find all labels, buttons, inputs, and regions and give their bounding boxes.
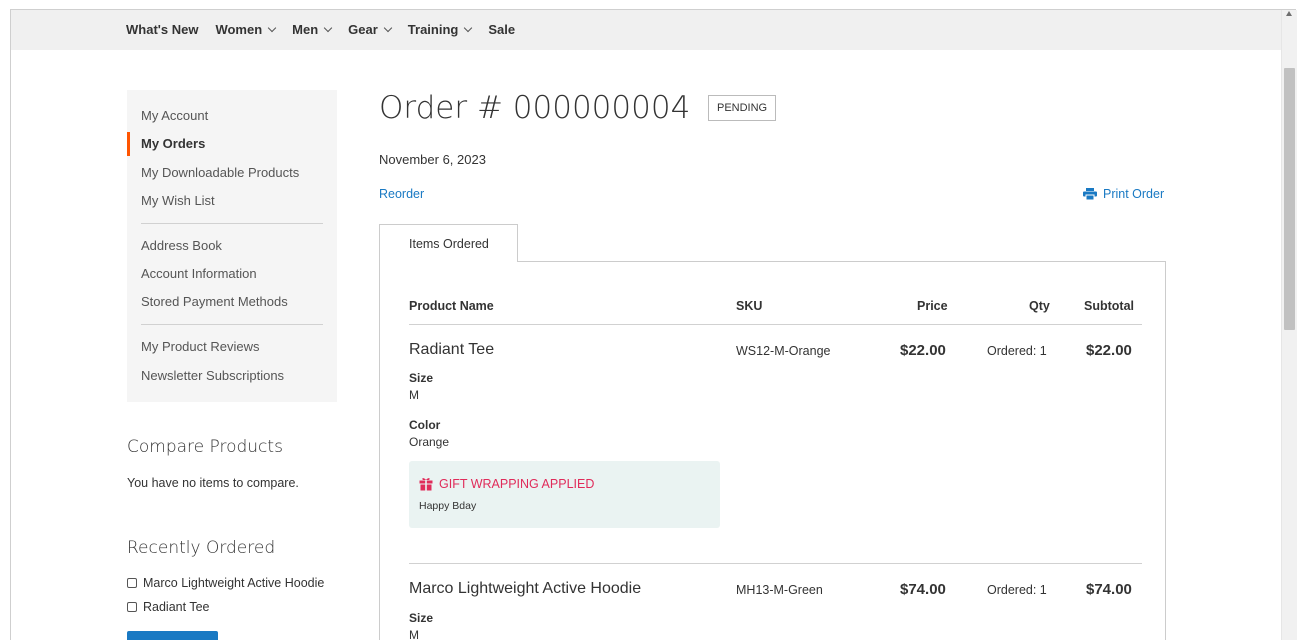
sidebar-divider [141,324,323,325]
gift-wrapping-label: GIFT WRAPPING APPLIED [439,477,595,491]
sidebar-item-wish-list[interactable]: My Wish List [141,193,215,208]
table-header-divider [409,324,1142,325]
order-date: November 6, 2023 [379,152,486,167]
nav-item-label: Sale [488,22,516,37]
printer-icon [1083,188,1097,200]
column-header-price: Price [917,299,948,313]
nav-item-men[interactable]: Men [292,22,333,37]
recently-ordered-title: Recently Ordered [127,538,276,558]
nav-item-women[interactable]: Women [215,22,277,37]
sidebar-item-my-account[interactable]: My Account [141,108,208,123]
nav-item-whats-new[interactable]: What's New [126,22,198,37]
gift-icon [419,478,433,491]
chevron-down-icon [383,23,393,32]
tab-items-ordered[interactable]: Items Ordered [379,224,518,262]
add-to-cart-button[interactable] [127,631,218,640]
gift-wrapping-box: GIFT WRAPPING APPLIED Happy Bday [409,461,720,528]
print-order-label: Print Order [1103,187,1165,201]
compare-empty-text: You have no items to compare. [127,476,299,490]
option-value: M [409,388,419,402]
chevron-down-icon [323,23,333,32]
print-order-link[interactable]: Print Order [1083,187,1164,201]
sidebar-item-newsletter[interactable]: Newsletter Subscriptions [141,368,284,383]
recently-ordered-label: Radiant Tee [143,600,210,614]
top-navigation: What's New Women Men Gear Training Sale [11,10,1281,50]
account-sidebar-nav: My Account My Orders My Downloadable Pro… [127,90,337,402]
reorder-link[interactable]: Reorder [379,187,424,201]
nav-item-sale[interactable]: Sale [488,22,515,37]
compare-products-title: Compare Products [127,437,283,457]
order-status-badge: PENDING [708,95,777,121]
nav-item-label: Men [292,22,319,37]
sidebar-item-stored-payment-methods[interactable]: Stored Payment Methods [141,294,288,309]
sidebar-item-account-information[interactable]: Account Information [141,266,257,281]
product-name: Marco Lightweight Active Hoodie [409,580,642,597]
option-value: M [409,628,419,640]
option-label: Color [409,418,441,432]
product-sku: MH13-M-Green [736,583,823,597]
sidebar-divider [141,223,323,224]
scroll-up-arrow-icon[interactable] [1286,11,1292,16]
column-header-product-name: Product Name [409,299,494,313]
product-price: $22.00 [900,342,946,359]
product-qty: Ordered: 1 [987,344,1047,358]
sidebar-item-product-reviews[interactable]: My Product Reviews [141,339,259,354]
table-row-divider [409,563,1142,564]
sidebar-item-my-orders[interactable]: My Orders [141,136,205,151]
recently-ordered-item[interactable]: Radiant Tee [127,600,210,614]
active-indicator [127,132,130,156]
gift-message: Happy Bday [419,500,477,512]
product-price: $74.00 [900,581,946,598]
scrollbar-thumb[interactable] [1284,68,1295,330]
column-header-qty: Qty [1029,299,1050,313]
product-subtotal: $74.00 [1086,581,1132,598]
browser-viewport: What's New Women Men Gear Training Sale … [10,9,1297,640]
product-name: Radiant Tee [409,341,495,358]
chevron-down-icon [267,23,277,32]
option-label: Size [409,371,434,385]
nav-item-label: Training [407,22,459,37]
checkbox[interactable] [127,578,137,588]
page-title: Order # 000000004 [379,90,691,126]
nav-item-training[interactable]: Training [407,22,473,37]
product-subtotal: $22.00 [1086,342,1132,359]
option-value: Orange [409,435,450,449]
recently-ordered-label: Marco Lightweight Active Hoodie [143,576,325,590]
product-qty: Ordered: 1 [987,583,1047,597]
column-header-sku: SKU [736,299,763,313]
chevron-down-icon [464,23,473,32]
recently-ordered-item[interactable]: Marco Lightweight Active Hoodie [127,576,324,590]
sidebar-item-address-book[interactable]: Address Book [141,238,222,253]
sidebar-item-downloadable-products[interactable]: My Downloadable Products [141,165,299,180]
nav-item-label: What's New [126,22,199,37]
gift-wrapping-title: GIFT WRAPPING APPLIED [419,477,594,491]
nav-item-gear[interactable]: Gear [348,22,393,37]
checkbox[interactable] [127,602,137,612]
option-label: Size [409,611,434,625]
nav-item-label: Women [215,22,263,37]
vertical-scrollbar[interactable] [1281,10,1297,640]
column-header-subtotal: Subtotal [1084,299,1134,313]
product-sku: WS12-M-Orange [736,344,831,358]
nav-item-label: Gear [348,22,378,37]
